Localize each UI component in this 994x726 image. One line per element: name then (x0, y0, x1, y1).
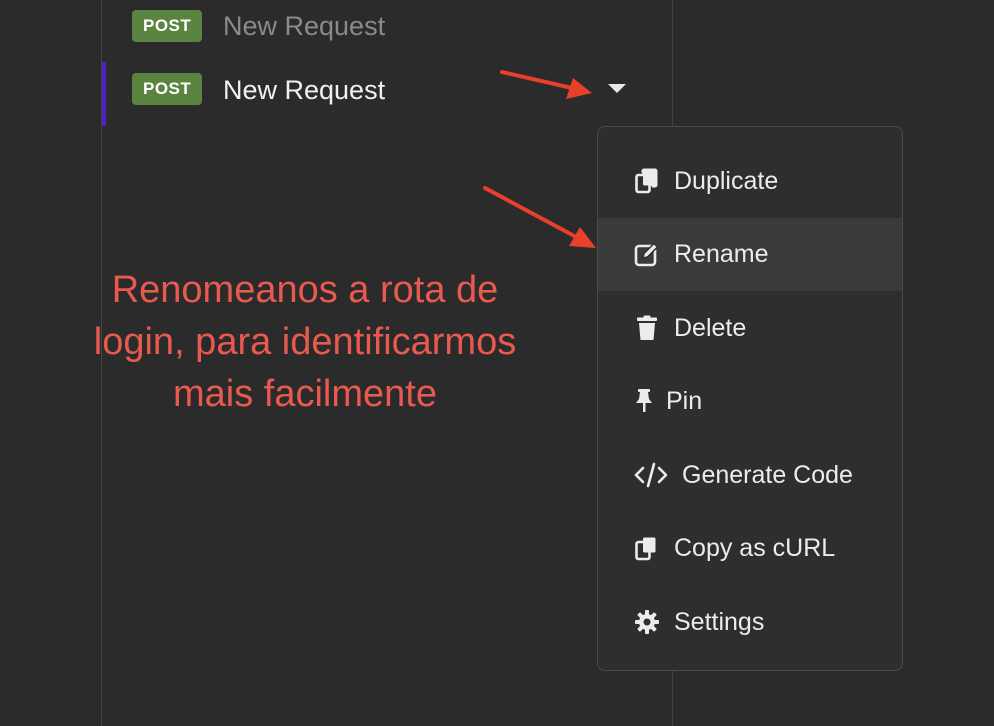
request-name: New Request (223, 11, 386, 41)
active-indicator (102, 62, 106, 126)
menu-item-duplicate[interactable]: Duplicate (598, 144, 902, 218)
menu-item-label: Duplicate (674, 166, 779, 195)
method-badge: POST (132, 73, 203, 105)
menu-item-label: Pin (666, 387, 703, 416)
menu-item-delete[interactable]: Delete (598, 291, 902, 365)
annotation-line: mais facilmente (173, 373, 437, 415)
trash-icon (634, 315, 660, 341)
annotation-line: Renomeanos a rota de (111, 269, 499, 311)
app-canvas: POST New Request POST New Request Duplic… (0, 0, 994, 726)
arrow-to-rename (483, 186, 596, 248)
menu-item-label: Settings (674, 607, 765, 636)
annotation-line: login, para identificarmos (93, 321, 517, 363)
menu-item-copy-as-curl[interactable]: Copy as cURL (598, 512, 902, 586)
menu-item-label: Delete (674, 313, 747, 342)
request-context-menu: Duplicate Rename Delete Pin Generate Cod… (597, 126, 903, 671)
edit-icon (634, 241, 660, 267)
method-badge: POST (132, 10, 203, 42)
menu-item-label: Generate Code (682, 460, 853, 489)
menu-item-rename[interactable]: Rename (598, 217, 902, 291)
caret-down-icon[interactable] (608, 84, 626, 93)
request-item[interactable]: POST New Request (102, 0, 672, 52)
gear-icon (634, 609, 660, 635)
copy-icon (634, 535, 660, 561)
request-item-active[interactable]: POST New Request (102, 62, 672, 126)
menu-item-label: Rename (674, 240, 769, 269)
menu-item-settings[interactable]: Settings (598, 585, 902, 659)
menu-item-label: Copy as cURL (674, 534, 836, 563)
code-icon (634, 462, 668, 488)
duplicate-icon (634, 168, 660, 194)
request-name: New Request (223, 75, 386, 105)
pin-icon (634, 388, 654, 414)
menu-item-generate-code[interactable]: Generate Code (598, 438, 902, 512)
menu-item-pin[interactable]: Pin (598, 365, 902, 439)
annotation-text: Renomeanos a rota de login, para identif… (40, 264, 570, 420)
